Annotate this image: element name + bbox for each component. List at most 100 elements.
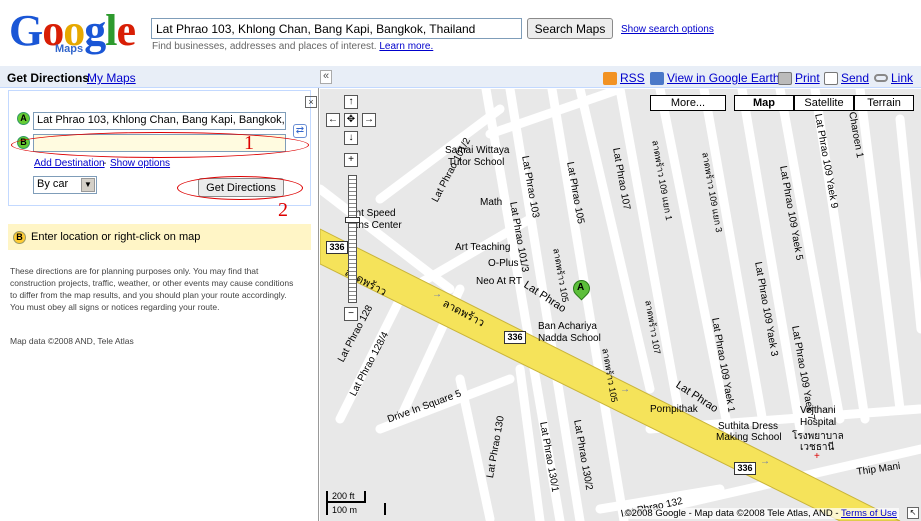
google-maps-logo[interactable]: Google Maps <box>9 9 141 59</box>
map-view[interactable]: → → → → + Samai Wittaya Tutor School Mat… <box>320 89 921 521</box>
travel-mode-select[interactable]: By car ▼ <box>33 176 97 194</box>
swap-directions-icon[interactable]: ⇄ <box>293 124 307 138</box>
annotation-number-2: 2 <box>278 199 288 221</box>
poi-porn: Pornpithak <box>650 404 698 415</box>
scale-bar: 200 ft 100 m <box>326 491 406 517</box>
poi-suthita1: Suthita Dress <box>718 421 779 432</box>
globe-icon <box>650 71 664 85</box>
learn-more-link[interactable]: Learn more. <box>379 41 433 52</box>
envelope-icon <box>824 71 838 85</box>
poi-vej4: เวชธานี <box>800 442 835 453</box>
add-destination-link[interactable]: Add Destination <box>34 158 105 169</box>
google-earth-label: View in Google Earth <box>667 71 780 85</box>
pan-center-icon[interactable]: ✥ <box>344 113 358 127</box>
map-type-satellite-button[interactable]: Satellite <box>794 95 854 111</box>
poi-math: Math <box>480 197 503 208</box>
marker-b-hint-icon: B <box>13 231 26 244</box>
road-lp130: Lat Phrao 130 <box>485 415 507 479</box>
map-pin-label: A <box>577 282 585 293</box>
annotation-ellipse-1 <box>11 132 309 158</box>
road-th109y3: ลาดพร้าว 109 แยก 3 <box>700 151 725 234</box>
terms-of-use-link[interactable]: Terms of Use <box>841 508 897 519</box>
map-labels: Samai Wittaya Tutor School Math ght Spee… <box>320 89 921 521</box>
search-input[interactable] <box>151 18 522 39</box>
panel-map-data-credit: Map data ©2008 AND, Tele Atlas <box>10 336 134 346</box>
show-options-link[interactable]: Show options <box>110 158 170 169</box>
location-marker-a[interactable]: A <box>569 276 594 308</box>
link-label: Link <box>891 71 914 85</box>
road-lp1301: Lat Phrao 130/1 <box>537 421 561 494</box>
send-label: Send <box>841 71 870 85</box>
pan-up-icon[interactable]: ↑ <box>344 95 358 109</box>
link-link[interactable]: Link <box>874 71 913 85</box>
google-earth-link[interactable]: View in Google Earth <box>650 71 780 85</box>
poi-ban1: Ban Achariya <box>538 321 597 332</box>
send-link[interactable]: Send <box>824 71 869 85</box>
my-maps-link[interactable]: My Maps <box>87 71 136 85</box>
map-type-map-button[interactable]: Map <box>734 95 794 111</box>
marker-a-icon: A <box>17 112 30 125</box>
search-maps-button[interactable]: Search Maps <box>527 18 613 39</box>
road-th109y1: ลาดพร้าว 109 แยก 1 <box>650 139 675 222</box>
road-lp109y7: Lat Phrao 109 Yaek 7 <box>789 325 817 422</box>
poi-art: Art Teaching <box>455 242 511 253</box>
zoom-in-icon[interactable]: + <box>344 153 358 167</box>
zoom-slider[interactable] <box>348 175 357 303</box>
road-lp105: Lat Phrao 105 <box>564 161 586 225</box>
zoom-slider-handle[interactable] <box>345 217 360 223</box>
get-directions-title: Get Directions <box>7 71 90 85</box>
chevron-down-icon: ▼ <box>81 178 95 192</box>
map-type-terrain-button[interactable]: Terrain <box>854 95 914 111</box>
poi-neo: Neo At RT <box>476 276 522 287</box>
annotation-ellipse-2 <box>177 176 303 200</box>
print-link[interactable]: Print <box>778 71 820 85</box>
poi-ban2: Nadda School <box>538 333 601 344</box>
enter-location-hint: B Enter location or right-click on map <box>8 224 311 250</box>
road-charoen: Charoen 1 <box>846 111 866 159</box>
pan-left-icon[interactable]: ← <box>326 113 340 127</box>
more-button[interactable]: More... <box>650 95 726 111</box>
copyright-text: ©2008 Google - Map data ©2008 Tele Atlas… <box>624 508 839 519</box>
map-copyright: ©2008 Google - Map data ©2008 Tele Atlas… <box>622 508 899 519</box>
pan-down-icon[interactable]: ↓ <box>344 131 358 145</box>
poi-suthita2: Making School <box>716 432 782 443</box>
road-lp1302: Lat Phrao 130/2 <box>571 419 595 492</box>
rss-icon <box>603 71 617 85</box>
close-icon[interactable]: × <box>305 96 317 108</box>
collapse-panel-button[interactable]: « <box>320 70 332 84</box>
print-label: Print <box>795 71 820 85</box>
road-thipmani: Thip Mani <box>856 460 902 478</box>
road-drive-in: Drive In Square 5 <box>386 388 463 426</box>
route-shield-3: 336 <box>734 462 756 475</box>
chain-link-icon <box>874 74 888 82</box>
link-separator: - <box>103 158 107 169</box>
logo-maps-label: Maps <box>55 43 84 55</box>
show-search-options-link[interactable]: Show search options <box>621 24 714 35</box>
toolbar: Get Directions My Maps « RSS View in Goo… <box>0 66 921 88</box>
annotation-number-1: 1 <box>244 132 254 154</box>
route-shield-2: 336 <box>504 331 526 344</box>
scale-m: 100 m <box>326 503 386 515</box>
road-th107: ลาดพร้าว 107 <box>643 299 663 356</box>
travel-mode-value: By car <box>37 178 69 190</box>
enter-location-text: Enter location or right-click on map <box>31 231 201 243</box>
scale-ft: 200 ft <box>326 491 366 503</box>
resize-corner-icon[interactable]: ↖ <box>907 507 919 519</box>
road-lp107: Lat Phrao 107 <box>610 147 632 211</box>
road-latphrao-th-2: ลาดพร้าว <box>440 297 487 330</box>
search-hint-text: Find businesses, addresses and places of… <box>152 41 377 52</box>
from-address-input[interactable]: Lat Phrao 103, Khlong Chan, Bang Kapi, B… <box>33 112 286 130</box>
road-lp109y1: Lat Phrao 109 Yaek 1 <box>709 317 737 414</box>
road-lp109y3: Lat Phrao 109 Yaek 3 <box>752 261 780 358</box>
road-lp109y9: Lat Phrao 109 Yaek 9 <box>812 113 840 210</box>
road-th105-2: ลาดพร้าว 105 <box>600 347 620 404</box>
zoom-out-icon[interactable]: − <box>344 307 358 321</box>
search-hint: Find businesses, addresses and places of… <box>152 41 433 52</box>
road-lp109y5: Lat Phrao 109 Yaek 5 <box>777 165 805 262</box>
pan-right-icon[interactable]: → <box>362 113 376 127</box>
poi-oplus: O-Plus <box>488 258 519 269</box>
route-shield-1: 336 <box>326 241 348 254</box>
road-lp103: Lat Phrao 103 <box>519 155 541 219</box>
printer-icon <box>778 71 792 85</box>
rss-link[interactable]: RSS <box>603 71 645 85</box>
